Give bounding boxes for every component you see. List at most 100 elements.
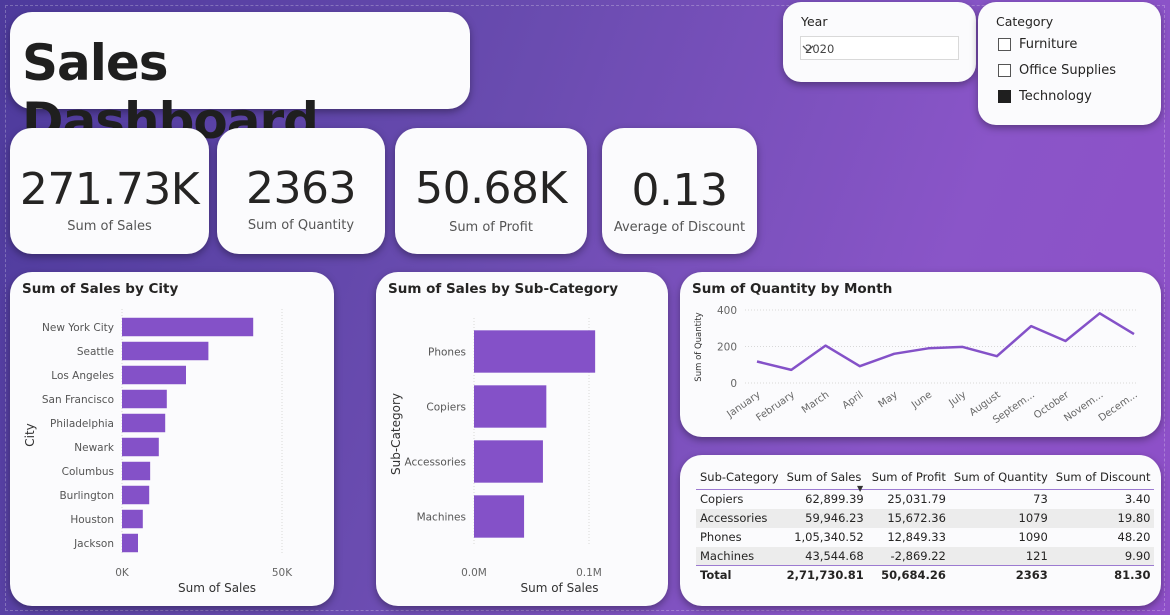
table-cell: 1,05,340.52 <box>794 530 864 544</box>
kpi-label: Sum of Quantity <box>247 218 355 233</box>
table-cell: 121 <box>949 546 1052 566</box>
table-row: Phones 1,05,340.52 12,849.33 1090 48.20 <box>696 528 1154 547</box>
category-label: Phones <box>428 347 466 359</box>
table-cell: Total <box>696 565 783 585</box>
table-cell: Copiers <box>700 492 744 507</box>
table-cell: 1090 <box>1018 530 1048 544</box>
category-item-office-supplies[interactable]: Office Supplies <box>998 61 1116 79</box>
chevron-down-icon <box>802 45 814 52</box>
table-cell: Accessories <box>696 508 783 528</box>
category-label: Columbus <box>62 466 114 478</box>
chart-quantity-by-month: Sum of Quantity by Month 0 200 400 January F… <box>680 272 1161 437</box>
category-item-technology[interactable]: Technology <box>998 87 1092 105</box>
column-header[interactable]: Sum of Discount <box>1051 467 1155 490</box>
bar <box>474 495 525 538</box>
month-line-chart: 0200400JanuaryFebruary March April May June J… <box>694 305 1140 426</box>
bar <box>474 330 596 373</box>
table-cell: 59,946.23 <box>782 508 868 528</box>
bar <box>122 461 151 481</box>
table-row: Copiers 62,899.39 25,031.79 73 3.40 <box>696 490 1154 509</box>
kpi-card-profit: 50.68K Sum of Profit <box>395 128 587 254</box>
subcategory-table: Sub-Category Sum of Sales Sum of Profit … <box>696 467 1155 585</box>
category-label: Houston <box>70 514 114 526</box>
kpi-card-sales: 271.73K Sum of Sales <box>10 128 209 254</box>
category-label: Copiers <box>426 402 466 414</box>
bar <box>122 341 209 361</box>
kpi-card-discount: 0.13 Average of Discount <box>602 128 757 254</box>
x-tick-label: April <box>841 389 866 411</box>
chart-sales-by-subcategory: Sum of Sales by Sub-Category 0.0M 0.1M Pho… <box>376 272 668 606</box>
y-axis-title: City <box>23 423 37 447</box>
y-tick-label: 200 <box>717 342 737 354</box>
category-label: Jackson <box>73 538 114 550</box>
bar <box>122 437 159 457</box>
x-axis-title: Sum of Sales <box>520 581 598 595</box>
kpi-card-quantity: 2363 Sum of Quantity <box>217 128 385 254</box>
category-label: Burlington <box>59 490 114 502</box>
x-tick-label: 50K <box>272 567 293 579</box>
category-item-label: Technology <box>1019 88 1092 104</box>
category-slicer: Category Furniture Office Supplies Techn… <box>978 2 1161 125</box>
kpi-value: 271.73K <box>19 164 200 215</box>
table-cell: 62,899.39 <box>805 492 864 507</box>
x-tick-label: February <box>754 389 797 423</box>
kpi-label: Sum of Sales <box>67 219 152 234</box>
column-header[interactable]: Sum of Quantity <box>949 467 1052 490</box>
table-header-row: Sub-Category Sum of Sales Sum of Profit … <box>696 467 1155 490</box>
checkbox[interactable] <box>998 37 1011 51</box>
table-cell: 19.80 <box>1051 508 1155 528</box>
subcategory-bar-chart: 0.0M 0.1M Phones Copiers Accessories Machines… <box>389 318 602 595</box>
sort-descending-icon[interactable]: ▼ <box>857 484 863 493</box>
x-tick-label: Decem... <box>1097 389 1140 424</box>
x-axis-title: Sum of Sales <box>178 581 256 595</box>
category-item-label: Office Supplies <box>1019 62 1117 78</box>
category-label: Accessories <box>404 457 466 469</box>
table-cell: -2,869.22 <box>867 546 950 566</box>
category-slicer-label: Category <box>996 14 1054 29</box>
chart-sales-by-city: Sum of Sales by City 0K 50K New York City S… <box>10 272 334 606</box>
table-cell: Phones <box>700 530 742 544</box>
table-cell: 3.40 <box>1124 492 1151 507</box>
kpi-value: 2363 <box>246 163 356 214</box>
x-tick-label: July <box>946 389 968 409</box>
city-bar-chart: 0K 50K New York City Seattle Los Angeles San … <box>23 309 293 595</box>
bar <box>122 365 186 385</box>
x-tick-label: 0K <box>115 567 130 579</box>
subcategory-table-card: Sub-Category Sum of Sales Sum of Profit … <box>680 455 1161 606</box>
bar <box>474 385 547 428</box>
table-cell: 2363 <box>949 565 1052 585</box>
bar <box>122 317 254 337</box>
table-cell: 43,544.68 <box>782 546 868 566</box>
checkbox-checked[interactable] <box>998 89 1011 103</box>
x-tick-label: 0.0M <box>461 567 487 579</box>
table-row: Accessories 59,946.23 15,672.36 1079 19.… <box>696 508 1155 528</box>
category-item-furniture[interactable]: Furniture <box>998 35 1077 53</box>
category-item-label: Furniture <box>1019 36 1078 52</box>
table-total-row: Total 2,71,730.81 50,684.26 2363 81.30 <box>696 565 1155 585</box>
bar <box>474 440 543 483</box>
table-cell: 15,672.36 <box>867 508 950 528</box>
column-header[interactable]: Sum of Profit <box>867 467 950 490</box>
x-tick-label: 0.1M <box>576 567 602 579</box>
kpi-label: Average of Discount <box>613 220 746 235</box>
year-slicer-label: Year <box>801 14 828 29</box>
bar <box>122 485 150 505</box>
y-axis-title: Sum of Quantity <box>694 312 704 381</box>
column-header[interactable]: Sub-Category <box>696 467 783 490</box>
bar <box>122 509 143 529</box>
table-cell: 9.90 <box>1051 546 1155 566</box>
category-label: Los Angeles <box>51 370 114 382</box>
table-cell: 12,849.33 <box>887 530 946 544</box>
year-dropdown[interactable]: 2020 <box>800 36 959 60</box>
table-cell: Machines <box>696 546 783 566</box>
kpi-value: 50.68K <box>415 163 567 214</box>
table-row: Machines 43,544.68 -2,869.22 121 9.90 <box>696 546 1155 566</box>
bar <box>122 413 166 433</box>
column-header[interactable]: Sum of Sales <box>782 467 868 490</box>
table-cell: 48.20 <box>1117 530 1151 544</box>
table-cell: 1079 <box>949 508 1052 528</box>
table-cell: 73 <box>1033 492 1048 507</box>
category-label: San Francisco <box>42 394 114 406</box>
checkbox[interactable] <box>998 63 1011 77</box>
bar <box>122 389 167 409</box>
